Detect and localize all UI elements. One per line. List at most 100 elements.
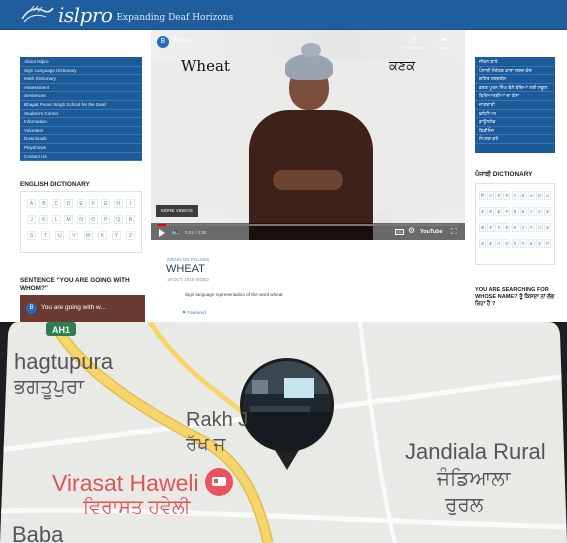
english-letter-button[interactable]: D — [64, 199, 74, 208]
punjabi-letter-button[interactable]: ਲ — [519, 239, 527, 248]
right-menu-item[interactable]: ਵਿਦਿਆਰਥੀਆਂ ਦਾ ਕੋਨਾ — [475, 92, 555, 101]
english-letter-button[interactable]: L — [51, 215, 61, 224]
punjabi-letter-button[interactable]: ਰ — [511, 239, 519, 248]
english-letter-button[interactable]: V — [69, 231, 79, 240]
captions-icon[interactable]: CC — [395, 229, 404, 235]
left-menu-item[interactable]: Information — [20, 118, 142, 127]
english-letter-button[interactable]: C — [51, 199, 61, 208]
post-category[interactable]: GRAIN OR PULSES — [167, 257, 209, 262]
english-letter-button[interactable]: E — [76, 199, 86, 208]
video-player[interactable]: B Wheat Wheat ਕਣਕ ◷ Watch later ➦ Share … — [151, 30, 465, 240]
map-view[interactable]: AH1 hagtupura ਭਗਤੂਪੁਰਾ Rakh J ਰੱਖ ਜ Jand… — [0, 322, 567, 543]
right-menu-item[interactable]: ਸੰਪਰਕ ਕਰੋ — [475, 135, 555, 144]
punjabi-letter-button[interactable]: ਡ — [544, 207, 551, 216]
punjabi-letter-button[interactable]: ਢ — [479, 223, 486, 232]
place-label-rakh[interactable]: Rakh J — [186, 409, 248, 432]
right-menu-item[interactable]: ਜਾਣਕਾਰੀ — [475, 101, 555, 110]
english-letter-button[interactable]: G — [101, 199, 111, 208]
left-menu-item[interactable]: Volunteer — [20, 127, 142, 136]
punjabi-letter-button[interactable]: ਤ — [495, 223, 503, 232]
punjabi-letter-button[interactable]: ਵ — [527, 239, 535, 248]
punjabi-letter-button[interactable]: ਬ — [479, 239, 486, 248]
english-letter-button[interactable]: X — [97, 231, 107, 240]
punjabi-letter-button[interactable]: ਜ — [503, 207, 511, 216]
english-letter-button[interactable]: J — [27, 215, 36, 224]
left-menu-item[interactable]: Downloads — [20, 135, 142, 144]
left-menu-item[interactable]: About Islpro — [20, 58, 142, 67]
english-letter-button[interactable]: O — [88, 215, 98, 224]
punjabi-letter-button[interactable]: ਮ — [495, 239, 503, 248]
punjabi-letter-button[interactable]: ਹ — [511, 191, 519, 200]
english-letter-button[interactable]: P — [101, 215, 111, 224]
punjabi-letter-button[interactable]: ਝ — [511, 207, 519, 216]
english-letter-button[interactable]: W — [83, 231, 93, 240]
english-letter-button[interactable]: S — [27, 231, 36, 240]
punjabi-letter-button[interactable]: ਕ — [519, 191, 527, 200]
punjabi-letter-button[interactable]: ਨ — [527, 223, 535, 232]
right-menu-item[interactable]: ਡਾਊਨਲੋਡ — [475, 118, 555, 127]
english-letter-button[interactable]: I — [126, 199, 135, 208]
left-menu-item[interactable]: Sign Language Dictionary — [20, 67, 142, 76]
place-label-rural-punjabi[interactable]: ਰੁਰਲ — [445, 494, 483, 517]
english-letter-button[interactable]: A — [27, 199, 36, 208]
place-label-jandiala-rural[interactable]: Jandiala Rural — [405, 439, 546, 465]
youtube-logo[interactable]: YouTube — [420, 229, 443, 235]
place-label-bhagtupura[interactable]: hagtupura — [14, 349, 113, 375]
punjabi-letter-button[interactable]: ਅ — [487, 191, 495, 200]
punjabi-letter-button[interactable]: ਪ — [535, 223, 543, 232]
left-menu-item[interactable]: Student's Corner — [20, 110, 142, 119]
punjabi-letter-button[interactable]: ਘ — [544, 191, 551, 200]
poi-label-virasat-haweli[interactable]: Virasat Haweli — [52, 470, 199, 497]
right-menu-item[interactable]: ਜੀਵਨ ਬਾਰੇ — [475, 58, 555, 67]
english-letter-button[interactable]: R — [126, 215, 135, 224]
punjabi-letter-button[interactable]: ਠ — [535, 207, 543, 216]
place-label-rakh-punjabi[interactable]: ਰੱਖ ਜ — [186, 434, 225, 455]
punjabi-letter-button[interactable]: ਫ — [544, 223, 551, 232]
english-letter-button[interactable]: U — [55, 231, 65, 240]
play-icon[interactable] — [159, 229, 165, 237]
post-tag-featured[interactable]: ⚑ Featured — [182, 310, 206, 316]
left-menu-item[interactable]: Contact Us — [20, 153, 142, 162]
punjabi-letter-button[interactable]: ਸ਼ — [544, 239, 551, 248]
sentence-video-thumbnail[interactable]: B You are going with w... — [20, 295, 145, 322]
english-letter-button[interactable]: Z — [125, 231, 135, 240]
english-letter-button[interactable]: Q — [113, 215, 123, 224]
english-letter-button[interactable]: B — [39, 199, 49, 208]
punjabi-letter-button[interactable]: ਭ — [487, 239, 495, 248]
more-videos-button[interactable]: MORE VIDEOS — [156, 205, 198, 217]
place-label-bhagtupura-punjabi[interactable]: ਭਗਤੂਪੁਰਾ — [14, 376, 84, 399]
place-label-baba[interactable]: Baba — [12, 522, 63, 543]
punjabi-letter-button[interactable]: ਸ — [503, 191, 511, 200]
punjabi-letter-button[interactable]: ਦ — [511, 223, 519, 232]
english-letter-button[interactable]: Y — [111, 231, 121, 240]
volume-icon[interactable]: 🔈 — [171, 227, 181, 236]
gear-icon[interactable]: ⚙ — [408, 226, 415, 235]
right-menu-item[interactable]: ਵਿਡੀਓਜ਼ — [475, 127, 555, 136]
left-menu-item[interactable]: Playshows — [20, 144, 142, 153]
left-menu-item[interactable]: Sentences — [20, 92, 142, 101]
video-title[interactable]: Wheat — [173, 38, 190, 44]
share-button[interactable]: ➦ Share — [439, 34, 450, 50]
right-menu-item[interactable]: ਵਲੰਟੀਅਰ — [475, 110, 555, 119]
watch-later-button[interactable]: ◷ Watch later — [403, 34, 423, 50]
english-letter-button[interactable]: T — [41, 231, 51, 240]
punjabi-letter-button[interactable]: ਖ — [527, 191, 535, 200]
english-letter-button[interactable]: K — [39, 215, 49, 224]
punjabi-letter-button[interactable]: ਗ — [535, 191, 543, 200]
place-label-jandiala-punjabi[interactable]: ਜੰਡਿਆਲਾ — [437, 468, 511, 491]
right-menu-item[interactable]: ਪੰਜਾਬੀ ਸੰਕੇਤਕ ਭਾਸ਼ਾ ਸ਼ਬਦ-ਕੋਸ਼ — [475, 67, 555, 76]
punjabi-letter-button[interactable]: ੜ — [535, 239, 543, 248]
punjabi-letter-button[interactable]: ਞ — [519, 207, 527, 216]
punjabi-letter-button[interactable]: ਙ — [479, 207, 486, 216]
poi-label-virasat-haweli-punjabi[interactable]: ਵਿਰਾਸਤ ਹਵੇਲੀ — [83, 497, 190, 519]
english-letter-button[interactable]: M — [64, 215, 74, 224]
punjabi-letter-button[interactable]: ਧ — [519, 223, 527, 232]
right-menu-item[interactable]: ਭਗਤ ਪੂਰਨ ਸਿੰਘ ਬੋਲੇ ਬੱਚਿਆਂ ਲਈ ਸਕੂਲ — [475, 84, 555, 93]
punjabi-letter-button[interactable]: ਥ — [503, 223, 511, 232]
punjabi-letter-button[interactable]: ਟ — [527, 207, 535, 216]
site-logo[interactable]: islpro Expanding Deaf Horizons — [20, 3, 233, 27]
left-menu-item[interactable]: Assessment — [20, 84, 142, 93]
punjabi-letter-button[interactable]: ਯ — [503, 239, 511, 248]
punjabi-letter-button[interactable]: ਣ — [487, 223, 495, 232]
english-letter-button[interactable]: F — [88, 199, 98, 208]
